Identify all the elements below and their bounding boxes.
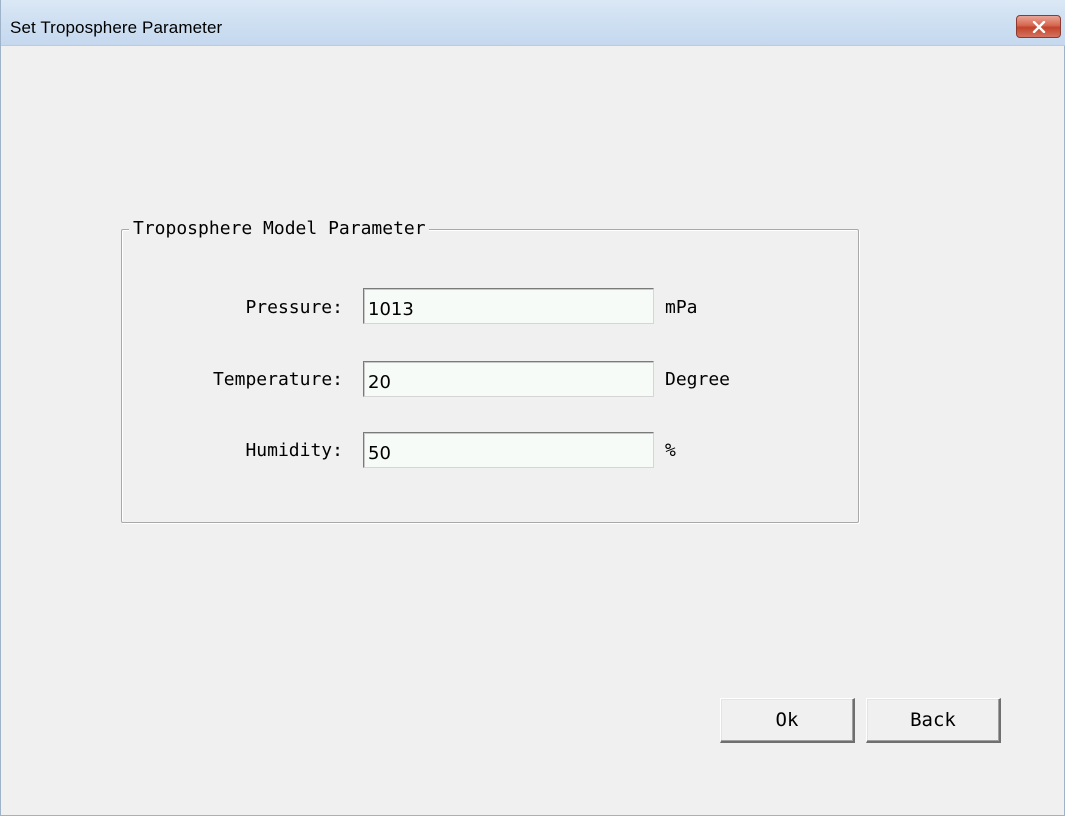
humidity-label: Humidity: bbox=[245, 440, 343, 461]
humidity-unit: % bbox=[665, 440, 676, 461]
pressure-input[interactable] bbox=[363, 288, 654, 324]
window-title: Set Troposphere Parameter bbox=[10, 18, 223, 37]
back-button[interactable]: Back bbox=[866, 698, 1001, 743]
humidity-input[interactable] bbox=[363, 432, 654, 468]
temperature-label: Temperature: bbox=[212, 369, 343, 390]
title-bar[interactable]: Set Troposphere Parameter bbox=[1, 0, 1065, 46]
pressure-label: Pressure: bbox=[245, 297, 343, 318]
groupbox-legend: Troposphere Model Parameter bbox=[129, 217, 429, 241]
temperature-unit: Degree bbox=[665, 369, 731, 390]
temperature-input[interactable] bbox=[363, 361, 654, 397]
pressure-unit: mPa bbox=[665, 297, 698, 318]
ok-button[interactable]: Ok bbox=[720, 698, 855, 743]
close-icon bbox=[1032, 20, 1046, 33]
close-button[interactable] bbox=[1016, 15, 1061, 38]
